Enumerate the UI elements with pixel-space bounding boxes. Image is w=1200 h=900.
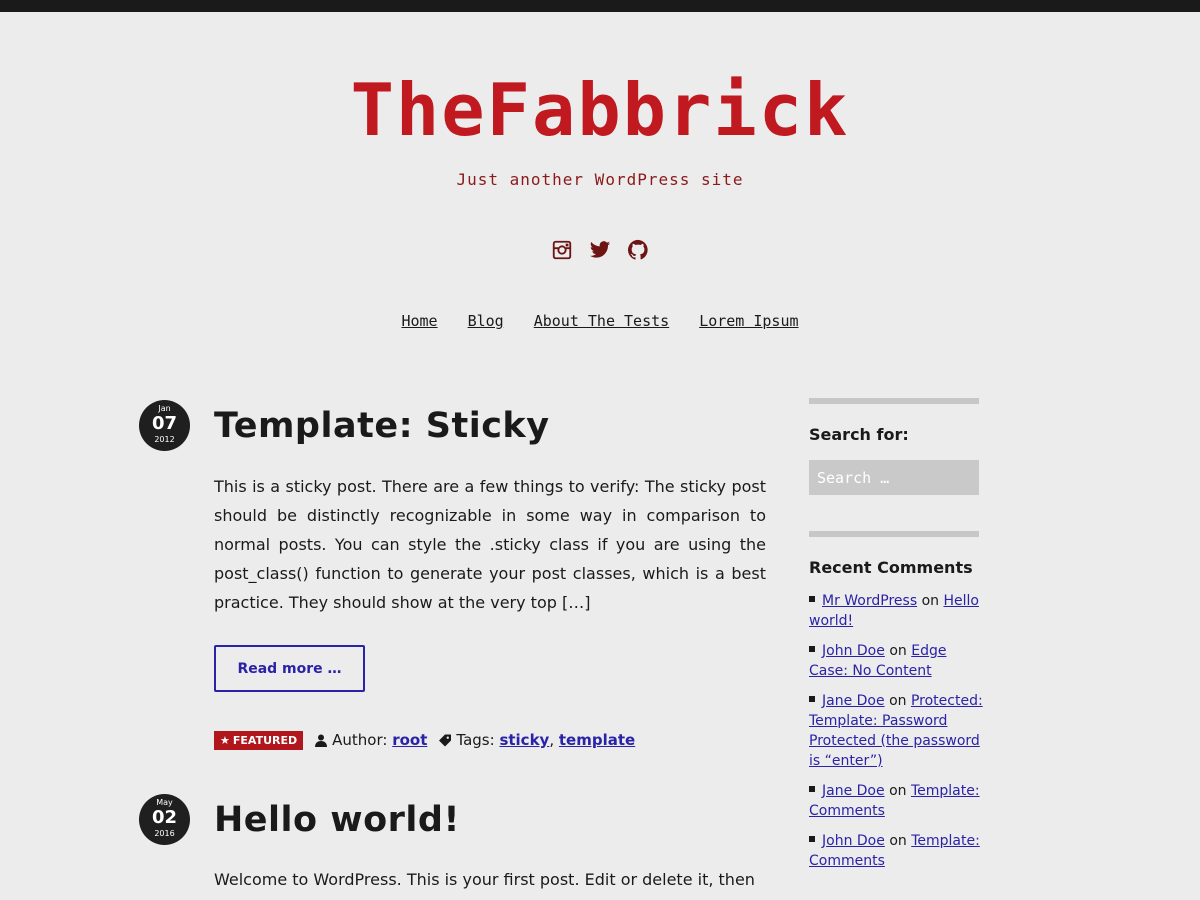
post-title[interactable]: Hello world! [214, 798, 460, 842]
post-date-badge: Jan 07 2012 [139, 400, 190, 451]
twitter-link[interactable] [588, 238, 612, 262]
tag-link-template[interactable]: template [559, 731, 635, 749]
site-title[interactable]: TheFabbrick [0, 70, 1200, 150]
featured-badge: ★ FEATURED [214, 730, 304, 750]
tags-label: Tags: [456, 731, 495, 749]
comment-author-link[interactable]: John Doe [822, 643, 885, 659]
on-word: on [889, 643, 907, 659]
comment-author-link[interactable]: John Doe [822, 833, 885, 849]
on-word: on [889, 783, 907, 799]
github-icon [627, 239, 648, 260]
recent-comments-title: Recent Comments [809, 558, 973, 577]
author-label: Author: [332, 731, 388, 749]
on-word: on [889, 693, 907, 709]
featured-label: FEATURED [232, 733, 298, 747]
instagram-icon [552, 240, 572, 260]
nav-item-lorem-ipsum[interactable]: Lorem Ipsum [699, 312, 798, 330]
nav-item-home[interactable]: Home [401, 312, 437, 330]
comment-author-link[interactable]: Mr WordPress [822, 593, 917, 609]
main-navigation: Home Blog About The Tests Lorem Ipsum [0, 312, 1200, 330]
github-link[interactable] [626, 238, 650, 262]
post-date-day: 02 [151, 807, 178, 828]
search-input[interactable] [809, 460, 979, 495]
list-item: John Doe on Template: Comments [809, 831, 984, 871]
top-admin-bar [0, 0, 1200, 12]
post-excerpt: Welcome to WordPress. This is your first… [214, 870, 755, 889]
list-item: Mr WordPress on Hello world! [809, 591, 984, 631]
read-more-button[interactable]: Read more … [214, 645, 365, 692]
on-word: on [889, 833, 907, 849]
post-date-month: May [156, 798, 173, 807]
tag-separator: , [549, 731, 555, 749]
tag-icon [439, 734, 452, 746]
post-date-month: Jan [158, 404, 171, 413]
nav-item-blog[interactable]: Blog [468, 312, 504, 330]
post-title[interactable]: Template: Sticky [214, 404, 550, 448]
widget-divider [809, 531, 979, 537]
list-item: John Doe on Edge Case: No Content [809, 641, 984, 681]
twitter-icon [589, 241, 611, 258]
comment-author-link[interactable]: Jane Doe [822, 693, 885, 709]
post-date-year: 2012 [154, 435, 175, 444]
post-date-day: 07 [151, 413, 178, 434]
user-icon [315, 734, 328, 747]
instagram-link[interactable] [550, 238, 574, 262]
post-excerpt: This is a sticky post. There are a few t… [214, 477, 766, 612]
list-item: Jane Doe on Template: Comments [809, 781, 984, 821]
widget-divider [809, 398, 979, 404]
recent-comments-list: Mr WordPress on Hello world! John Doe on… [809, 591, 984, 881]
site-tagline: Just another WordPress site [456, 170, 744, 189]
nav-item-about-the-tests[interactable]: About The Tests [534, 312, 669, 330]
tag-link-sticky[interactable]: sticky [499, 731, 549, 749]
comment-author-link[interactable]: Jane Doe [822, 783, 885, 799]
post-date-badge: May 02 2016 [139, 794, 190, 845]
social-links [0, 238, 1200, 262]
author-link[interactable]: root [392, 731, 427, 749]
star-icon: ★ [220, 733, 230, 747]
list-item: Jane Doe on Protected: Template: Passwor… [809, 691, 984, 771]
on-word: on [921, 593, 940, 609]
post-meta: ★ FEATURED Author: root Tags: sticky, tem… [214, 729, 635, 751]
search-widget-title: Search for: [809, 425, 909, 444]
post-date-year: 2016 [154, 829, 175, 838]
